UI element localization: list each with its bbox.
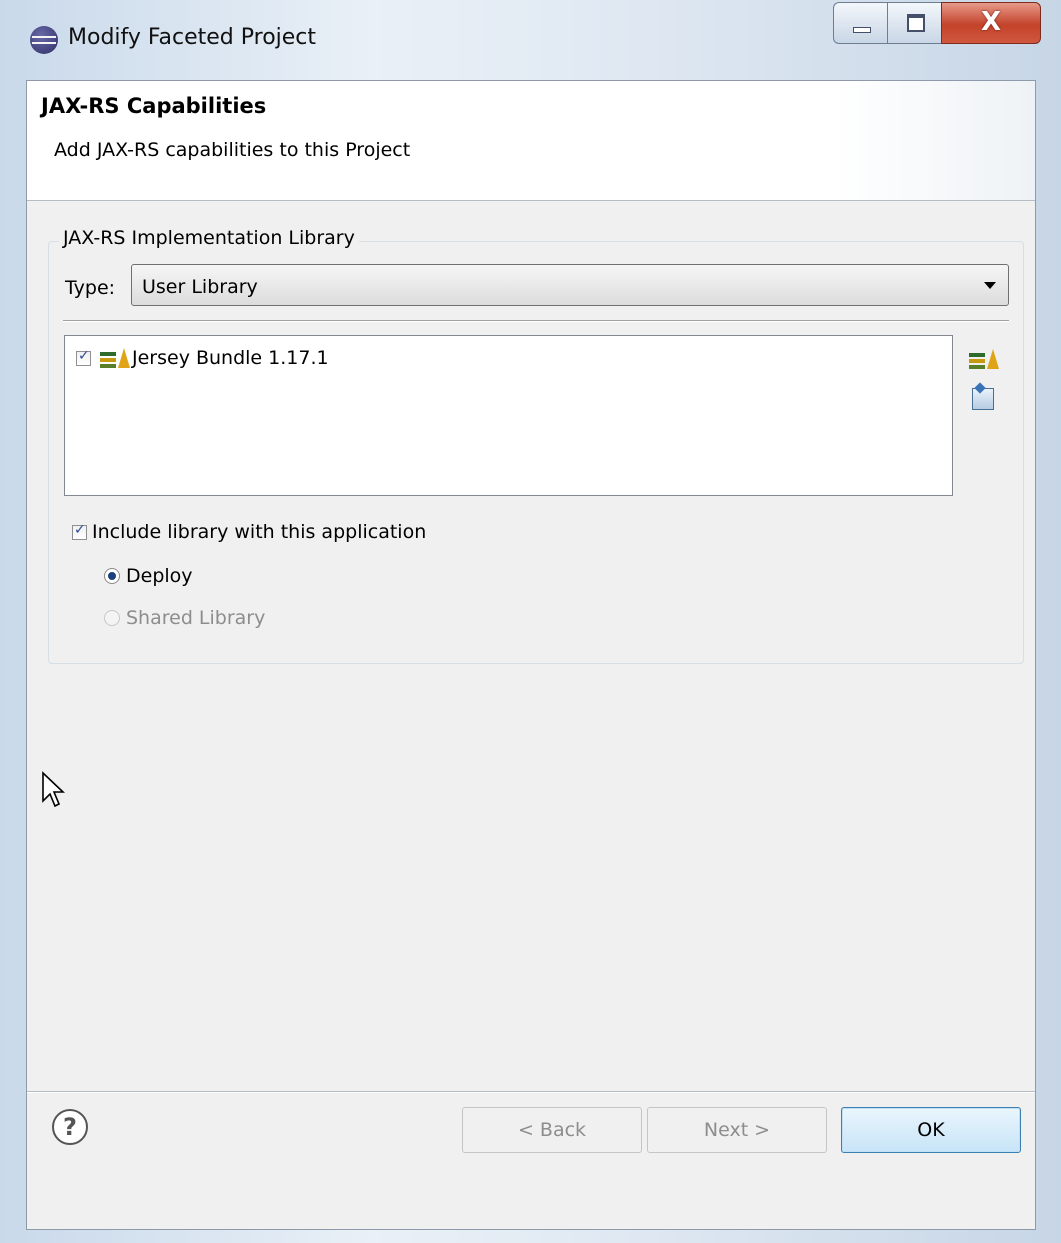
help-icon[interactable]: ? [52, 1109, 88, 1145]
wizard-page-title: JAX-RS Capabilities [41, 94, 267, 118]
library-label: Jersey Bundle 1.17.1 [132, 347, 329, 369]
shared-library-radio-button [104, 610, 120, 626]
separator [63, 320, 1009, 322]
title-bar[interactable]: Modify Faceted Project X [0, 0, 1061, 80]
library-group-legend: JAX-RS Implementation Library [59, 227, 359, 249]
ok-button[interactable]: OK [841, 1107, 1021, 1153]
library-list[interactable]: Jersey Bundle 1.17.1 [64, 335, 953, 496]
dialog-window: Modify Faceted Project X JAX-RS Capabili… [0, 0, 1061, 1243]
library-checkbox[interactable] [76, 348, 91, 366]
include-library-checkbox[interactable] [72, 522, 87, 540]
shared-library-label: Shared Library [126, 607, 266, 629]
wizard-header: JAX-RS Capabilities Add JAX-RS capabilit… [27, 81, 1035, 201]
radio-deploy[interactable]: Deploy [104, 565, 193, 587]
type-dropdown-value: User Library [142, 276, 258, 298]
manage-libraries-icon[interactable] [969, 347, 999, 371]
list-item[interactable]: Jersey Bundle 1.17.1 [76, 346, 329, 370]
maximize-button[interactable] [887, 2, 941, 44]
type-label: Type: [65, 277, 116, 299]
window-title: Modify Faceted Project [68, 25, 317, 50]
include-library-option[interactable]: Include library with this application [72, 521, 426, 543]
close-button[interactable]: X [941, 2, 1041, 44]
radio-shared-library: Shared Library [104, 607, 265, 629]
wizard-page-description: Add JAX-RS capabilities to this Project [54, 139, 411, 161]
close-icon: X [980, 7, 1002, 37]
deploy-label: Deploy [126, 565, 193, 587]
chevron-down-icon [984, 282, 996, 289]
type-dropdown[interactable]: User Library [131, 264, 1009, 306]
library-books-icon [969, 349, 999, 369]
back-button[interactable]: < Back [462, 1107, 642, 1153]
dialog-content: JAX-RS Capabilities Add JAX-RS capabilit… [26, 80, 1036, 1230]
download-library-icon[interactable] [972, 388, 994, 410]
mouse-pointer-icon [42, 771, 66, 808]
maximize-icon [907, 14, 925, 32]
minimize-icon [853, 27, 871, 33]
window-controls: X [833, 2, 1041, 48]
include-library-label: Include library with this application [92, 521, 427, 543]
eclipse-app-icon [30, 26, 58, 54]
library-books-icon [100, 348, 130, 368]
next-button[interactable]: Next > [647, 1107, 827, 1153]
footer-separator [27, 1091, 1035, 1093]
deploy-radio-button[interactable] [104, 568, 120, 584]
minimize-button[interactable] [833, 2, 887, 44]
